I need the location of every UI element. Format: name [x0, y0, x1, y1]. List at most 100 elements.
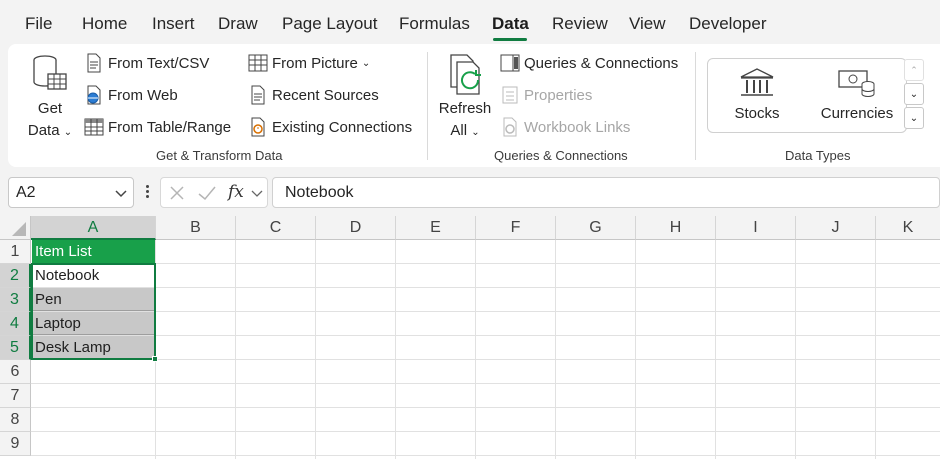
chevron-down-icon: [115, 186, 127, 204]
chevron-up-icon: ⌃: [910, 64, 918, 75]
tab-draw[interactable]: Draw: [218, 14, 258, 34]
tab-review[interactable]: Review: [552, 14, 608, 34]
row-header-9[interactable]: 9: [0, 432, 31, 456]
data-types-group-label: Data Types: [785, 148, 851, 163]
cancel-icon[interactable]: [168, 184, 186, 207]
from-web-label: From Web: [108, 86, 178, 104]
properties-label: Properties: [524, 86, 593, 104]
gridline: [235, 240, 236, 459]
cell-a5[interactable]: Desk Lamp: [32, 336, 155, 359]
gridline: [315, 240, 316, 459]
stocks-button[interactable]: Stocks: [722, 67, 792, 125]
currencies-button[interactable]: Currencies: [816, 67, 898, 125]
from-text-csv-button[interactable]: From Text/CSV: [84, 53, 209, 73]
name-box[interactable]: A2: [8, 177, 134, 208]
cell-a3[interactable]: Pen: [32, 288, 155, 311]
text-file-icon: [87, 53, 101, 73]
column-header-b[interactable]: B: [156, 216, 236, 240]
gridline: [875, 240, 876, 459]
gridline: [31, 263, 940, 264]
tab-view[interactable]: View: [629, 14, 666, 34]
gallery-scroll-up[interactable]: ⌃: [904, 59, 924, 81]
get-data-button[interactable]: Get Data ⌄: [20, 52, 80, 144]
refresh-icon: [450, 54, 481, 95]
chevron-down-icon: ⌄: [63, 127, 73, 138]
workbook-links-button[interactable]: Workbook Links: [500, 117, 630, 137]
queries-group-label: Queries & Connections: [494, 148, 628, 163]
from-table-range-label: From Table/Range: [108, 118, 232, 136]
existing-connections-button[interactable]: Existing Connections: [248, 117, 412, 137]
from-picture-label: From Picture: [272, 54, 358, 72]
get-transform-group-label: Get & Transform Data: [156, 148, 283, 163]
formula-input[interactable]: Notebook: [272, 177, 940, 208]
more-options-icon[interactable]: [144, 184, 150, 200]
refresh-all-button[interactable]: Refresh All ⌄: [436, 52, 494, 144]
column-header-f[interactable]: F: [476, 216, 556, 240]
tab-data[interactable]: Data: [492, 14, 529, 34]
gallery-scroll-down[interactable]: ⌄: [904, 83, 924, 105]
gridline: [635, 240, 636, 459]
recent-sources-label: Recent Sources: [272, 86, 379, 104]
from-web-button[interactable]: From Web: [84, 85, 178, 105]
column-header-j[interactable]: J: [796, 216, 876, 240]
row-header-7[interactable]: 7: [0, 384, 31, 408]
gridline: [31, 407, 940, 408]
refresh-label-1: Refresh: [438, 100, 492, 117]
group-divider: [695, 52, 696, 160]
currencies-label: Currencies: [820, 105, 894, 122]
tab-home[interactable]: Home: [82, 14, 127, 34]
cell-a4[interactable]: Laptop: [32, 312, 155, 335]
currency-icon: [838, 70, 875, 97]
bank-icon: [740, 68, 774, 96]
chevron-down-icon[interactable]: [251, 186, 263, 204]
picture-table-icon: [248, 54, 268, 72]
select-all-corner[interactable]: [0, 216, 31, 240]
spreadsheet-grid: A B C D E F G H I J K 1 2 3 4 5 6 7 8 9 …: [0, 216, 940, 459]
cell-a2[interactable]: Notebook: [32, 264, 155, 287]
ribbon-tab-bar: File Home Insert Draw Page Layout Formul…: [0, 0, 940, 44]
gridline: [31, 335, 940, 336]
queries-connections-button[interactable]: Queries & Connections: [500, 53, 678, 73]
workbook-links-label: Workbook Links: [524, 118, 631, 136]
column-header-h[interactable]: H: [636, 216, 716, 240]
row-header-5[interactable]: 5: [0, 336, 31, 360]
web-page-icon: [87, 85, 101, 105]
get-data-label-1: Get: [37, 100, 63, 117]
stocks-label: Stocks: [734, 105, 780, 122]
row-header-2[interactable]: 2: [0, 264, 31, 288]
column-header-i[interactable]: I: [716, 216, 796, 240]
row-header-6[interactable]: 6: [0, 360, 31, 384]
recent-sources-button[interactable]: Recent Sources: [248, 85, 379, 105]
column-header-a[interactable]: A: [31, 216, 156, 240]
gallery-expand[interactable]: ⌄: [904, 107, 924, 129]
group-divider: [427, 52, 428, 160]
properties-button[interactable]: Properties: [500, 85, 592, 105]
tab-file[interactable]: File: [25, 14, 52, 34]
row-header-4[interactable]: 4: [0, 312, 31, 336]
row-header-1[interactable]: 1: [0, 240, 31, 264]
enter-icon[interactable]: [197, 184, 217, 207]
column-header-g[interactable]: G: [556, 216, 636, 240]
tab-page-layout[interactable]: Page Layout: [282, 14, 377, 34]
expand-gallery-icon: ⌄: [909, 112, 919, 124]
from-table-range-button[interactable]: From Table/Range: [84, 117, 231, 137]
insert-function-icon[interactable]: fx: [228, 182, 244, 202]
gridline: [715, 240, 716, 459]
tab-developer[interactable]: Developer: [689, 14, 767, 34]
cell-a1[interactable]: Item List: [32, 240, 155, 263]
column-header-d[interactable]: D: [316, 216, 396, 240]
row-header-8[interactable]: 8: [0, 408, 31, 432]
from-text-csv-label: From Text/CSV: [108, 54, 210, 72]
gridline: [475, 240, 476, 459]
tab-insert[interactable]: Insert: [152, 14, 195, 34]
column-header-e[interactable]: E: [396, 216, 476, 240]
row-header-3[interactable]: 3: [0, 288, 31, 312]
gridline: [795, 240, 796, 459]
column-header-k[interactable]: K: [876, 216, 940, 240]
from-picture-button[interactable]: From Picture ⌄: [248, 53, 370, 73]
gridline: [155, 240, 156, 459]
tab-formulas[interactable]: Formulas: [399, 14, 470, 34]
table-icon: [84, 118, 104, 136]
fill-handle[interactable]: [152, 356, 158, 362]
column-header-c[interactable]: C: [236, 216, 316, 240]
